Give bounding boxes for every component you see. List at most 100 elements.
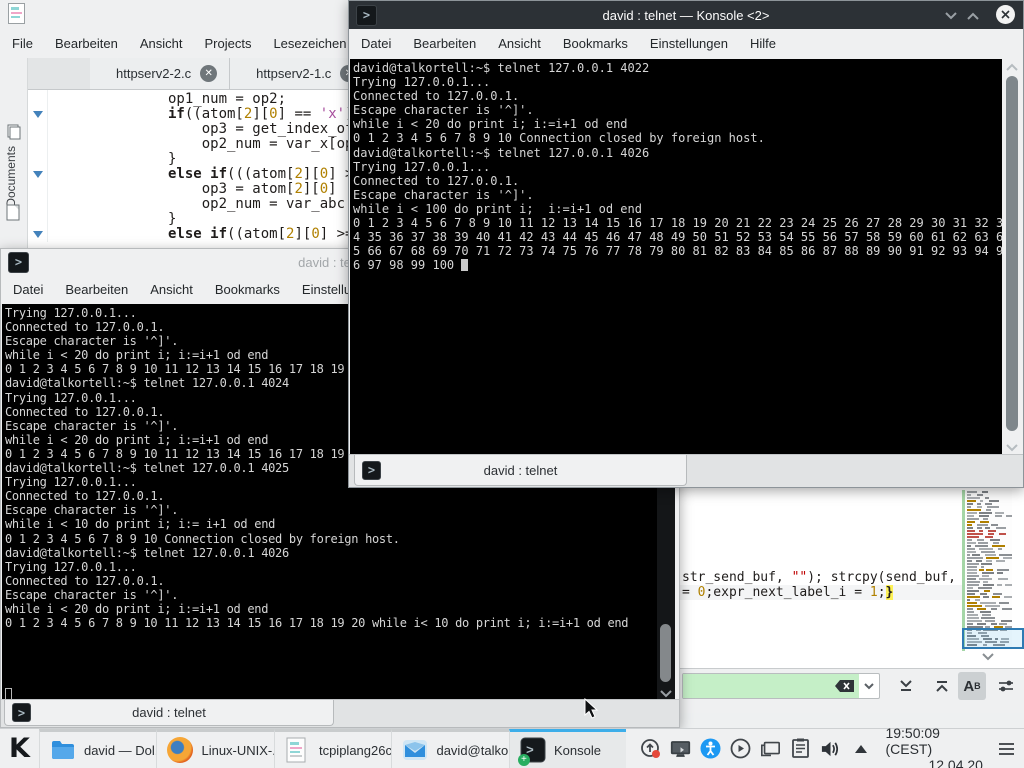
fold-arrow-icon[interactable] [33, 111, 43, 118]
minimap-mark [967, 518, 979, 520]
code-view-fragment[interactable]: str_send_buf, ""); strcpy(send_buf,= 0;e… [682, 570, 956, 600]
media-player-icon[interactable] [730, 738, 751, 759]
terminal-output[interactable]: david@talkortell:~$ telnet 127.0.0.1 402… [350, 59, 1004, 456]
scroll-down-icon[interactable] [658, 688, 674, 698]
menu-item-hilfe[interactable]: Hilfe [750, 36, 776, 51]
scrollbar-thumb[interactable] [1006, 76, 1018, 431]
terminal-line: while i < 100 do print i; i:=i+1 od end [353, 202, 1004, 216]
terminal-line: Escape character is '^]'. [5, 503, 657, 517]
tab-label: david : telnet [132, 705, 206, 720]
menu-item-bookmarks[interactable]: Bookmarks [215, 282, 280, 297]
minimap-mark [991, 623, 997, 625]
search-text-area[interactable] [683, 674, 859, 698]
minimap-mark [1003, 557, 1012, 559]
menu-item-einstellungen[interactable]: Einstellungen [650, 36, 728, 51]
filesystem-browser-icon[interactable] [6, 204, 22, 222]
minimap-mark [999, 554, 1012, 556]
task-dolphin[interactable]: david — Dol... [39, 729, 157, 768]
minimap-mark [978, 587, 992, 589]
search-input[interactable] [682, 673, 880, 699]
close-icon[interactable] [996, 5, 1015, 24]
network-icon[interactable] [760, 738, 781, 759]
minimap-mark [980, 611, 991, 613]
minimap-mark [967, 584, 979, 586]
task-document[interactable]: tcpiplang26c... [274, 729, 392, 768]
menu-item-bearbeiten[interactable]: Bearbeiten [413, 36, 476, 51]
scrollbar-thumb[interactable] [660, 624, 671, 682]
minimize-icon[interactable] [943, 11, 959, 21]
menu-item-bookmarks[interactable]: Bookmarks [563, 36, 628, 51]
menu-item-ansicht[interactable]: Ansicht [140, 36, 183, 51]
minimap-mark [979, 515, 989, 517]
document-mini-icon[interactable] [8, 3, 25, 29]
minimap-mark [992, 545, 1005, 547]
minimap-mark [977, 608, 986, 610]
minimap-mark [988, 530, 996, 532]
terminal-line [5, 644, 657, 658]
match-case-button[interactable]: AB [958, 672, 986, 700]
fold-arrow-icon[interactable] [33, 171, 43, 178]
fold-margin-cell [28, 197, 47, 212]
scroll-down-icon[interactable] [1004, 442, 1020, 452]
minimap-mark [967, 491, 977, 493]
menu-item-file[interactable]: File [12, 36, 33, 51]
konsole-tab-icon: > [362, 461, 381, 480]
match-case-sup: B [974, 681, 981, 691]
task-konsole[interactable]: > + Konsole [509, 729, 627, 768]
digital-clock[interactable]: 19:50:09 (CEST) 12.04.20 [879, 729, 989, 768]
minimap-mark [967, 611, 974, 613]
tab-label: httpserv2-2.c [116, 66, 191, 81]
minimap-mark [985, 527, 990, 529]
menu-item-datei[interactable]: Datei [13, 282, 43, 297]
scroll-down-icon[interactable] [980, 651, 996, 661]
titlebar[interactable]: > david : telnet — Konsole <2> [349, 1, 1023, 29]
minimap-viewport[interactable] [962, 628, 1024, 649]
menu-item-datei[interactable]: Datei [361, 36, 391, 51]
scrollbar-track[interactable] [1002, 59, 1022, 456]
menu-item-bearbeiten[interactable]: Bearbeiten [65, 282, 128, 297]
task-mail[interactable]: david@talko... [391, 729, 509, 768]
taskbar-panel: K david — Dol... Linux-UNIX-... tcpiplan… [0, 728, 1024, 768]
app-launcher-button[interactable]: K [0, 729, 39, 768]
minimap-mark [979, 569, 984, 571]
find-next-button[interactable] [892, 672, 920, 700]
minimap-mark [999, 602, 1009, 604]
task-firefox[interactable]: Linux-UNIX-... [156, 729, 274, 768]
terminal-line: 0 1 2 3 4 5 6 7 8 9 10 Connection closed… [5, 532, 657, 546]
menu-item-bearbeiten[interactable]: Bearbeiten [55, 36, 118, 51]
close-tab-icon[interactable]: ✕ [200, 65, 217, 82]
menu-item-projects[interactable]: Projects [204, 36, 251, 51]
display-icon[interactable] [670, 738, 691, 759]
panel-settings-icon[interactable] [989, 729, 1024, 768]
minimap-scrollbar[interactable] [966, 490, 1012, 650]
sidebar-documents-tab[interactable]: Documents [4, 146, 18, 207]
minimap-mark [967, 596, 980, 598]
kde-logo-icon: K [9, 733, 30, 764]
menu-item-ansicht[interactable]: Ansicht [498, 36, 541, 51]
documents-stack-icon[interactable] [6, 124, 22, 140]
menu-item-ansicht[interactable]: Ansicht [150, 282, 193, 297]
expand-tray-icon[interactable] [850, 738, 871, 759]
find-previous-button[interactable] [928, 672, 956, 700]
search-options-button[interactable] [992, 672, 1020, 700]
maximize-icon[interactable] [965, 11, 981, 21]
accessibility-icon[interactable] [700, 738, 721, 759]
minimap-mark [967, 521, 975, 523]
search-history-dropdown-icon[interactable] [859, 674, 879, 698]
minimap-mark [967, 575, 979, 577]
terminal-tab[interactable]: > david : telnet [354, 455, 687, 486]
minimap-mark [982, 572, 994, 574]
clipboard-icon[interactable] [790, 738, 811, 759]
scroll-up-icon[interactable] [1004, 62, 1020, 72]
minimap-mark [979, 530, 983, 532]
fold-arrow-icon[interactable] [33, 231, 43, 238]
tab-httpserv2-2c[interactable]: httpserv2-2.c ✕ [90, 58, 230, 89]
konsole-icon: > + [520, 737, 546, 763]
konsole-menubar: Datei Bearbeiten Ansicht Bookmarks Einstellu… [349, 29, 1023, 58]
terminal-tab[interactable]: > david : telnet [4, 700, 334, 726]
updates-icon[interactable] [640, 738, 661, 759]
menu-item-lesezeichen[interactable]: Lesezeichen [273, 36, 346, 51]
clear-search-icon[interactable] [835, 679, 855, 693]
minimap-mark [967, 539, 972, 541]
volume-icon[interactable] [820, 738, 841, 759]
